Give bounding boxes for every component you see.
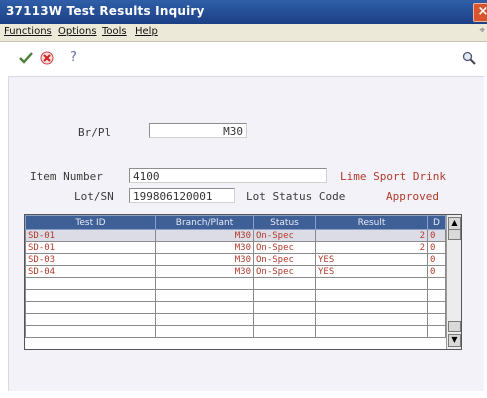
table-row[interactable]: SD-01 M30 On-Spec 2 0 [25,229,446,242]
cell-branch-plant[interactable] [155,277,254,290]
cell-status[interactable]: On-Spec [253,265,316,278]
cell-test-id[interactable] [25,325,156,338]
cell-test-id[interactable] [25,313,156,326]
cell-status[interactable] [253,313,316,326]
cell-d[interactable]: 0 [427,253,446,266]
table-row[interactable]: SD-04 M30 On-Spec YES 0 [25,265,446,278]
pin-icon: ⌖ [479,25,485,36]
item-description: Lime Sport Drink [340,170,446,183]
grid-header-row: Test ID Branch/Plant Status Result D [25,215,446,230]
col-header-d[interactable]: D [427,215,446,230]
cell-branch-plant[interactable] [155,289,254,302]
grid-vertical-scrollbar[interactable]: ▲ ▼ [446,215,461,349]
cell-d[interactable] [427,277,446,290]
cell-status[interactable]: On-Spec [253,253,316,266]
cell-d[interactable]: 0 [427,241,446,254]
cell-d[interactable]: 0 [427,229,446,242]
cell-test-id[interactable] [25,289,156,302]
table-row[interactable]: SD-01 M30 On-Spec 2 0 [25,241,446,254]
branch-plant-input[interactable]: M30 [149,123,247,138]
col-header-status[interactable]: Status [253,215,316,230]
cell-branch-plant[interactable]: M30 [155,265,254,278]
scroll-thumb[interactable] [448,229,461,240]
magnifier-icon[interactable] [462,51,476,68]
item-number-label: Item Number [30,170,103,183]
col-header-branch-plant[interactable]: Branch/Plant [155,215,254,230]
cell-result[interactable] [315,325,428,338]
cell-branch-plant[interactable]: M30 [155,241,254,254]
app-window: 37113W Test Results Inquiry × Functions … [0,0,487,398]
cell-test-id[interactable]: SD-01 [25,241,156,254]
cancel-x-icon[interactable] [40,51,54,68]
cell-branch-plant[interactable]: M30 [155,229,254,242]
cell-result[interactable]: YES [315,265,428,278]
menu-help[interactable]: Help [135,26,158,37]
lot-sn-label: Lot/SN [74,190,114,203]
table-row[interactable] [25,289,446,302]
cell-test-id[interactable] [25,301,156,314]
cell-test-id[interactable]: SD-01 [25,229,156,242]
toolbar: ? [0,42,487,74]
cell-status[interactable] [253,301,316,314]
cell-result[interactable] [315,313,428,326]
menu-bar: Functions Options Tools Help ⌖ [0,24,487,42]
cell-d[interactable] [427,289,446,302]
cell-test-id[interactable] [25,277,156,290]
cell-status[interactable] [253,277,316,290]
col-header-test-id[interactable]: Test ID [25,215,156,230]
cell-d[interactable] [427,313,446,326]
scroll-down-arrow-icon[interactable]: ▼ [448,334,461,347]
menu-options[interactable]: Options [58,26,97,37]
cell-result[interactable]: 2 [315,241,428,254]
branch-plant-label: Br/Pl [78,126,112,139]
cell-branch-plant[interactable] [155,301,254,314]
cell-branch-plant[interactable]: M30 [155,253,254,266]
menu-functions[interactable]: Functions [4,26,52,37]
lot-status-code-label: Lot Status Code [246,190,346,203]
scroll-page-icon[interactable] [448,321,461,332]
table-row[interactable] [25,313,446,326]
menu-tools[interactable]: Tools [102,26,127,37]
lot-status-value: Approved [386,190,439,203]
lot-sn-input[interactable]: 199806120001 [129,188,235,203]
cell-result[interactable]: YES [315,253,428,266]
cell-d[interactable]: 0 [427,265,446,278]
cell-result[interactable] [315,277,428,290]
cell-test-id[interactable]: SD-04 [25,265,156,278]
table-row[interactable] [25,325,446,338]
cell-branch-plant[interactable] [155,325,254,338]
cell-status[interactable]: On-Spec [253,241,316,254]
item-number-input[interactable]: 4100 [129,168,327,183]
table-row[interactable] [25,277,446,290]
title-bar: 37113W Test Results Inquiry × [0,0,487,24]
cell-result[interactable] [315,301,428,314]
cell-status[interactable] [253,289,316,302]
cell-result[interactable] [315,289,428,302]
table-row[interactable] [25,301,446,314]
close-window-button[interactable]: × [473,3,487,22]
col-header-result[interactable]: Result [315,215,428,230]
table-row[interactable]: SD-03 M30 On-Spec YES 0 [25,253,446,266]
cell-status[interactable]: On-Spec [253,229,316,242]
cell-branch-plant[interactable] [155,313,254,326]
results-table: Test ID Branch/Plant Status Result D SD-… [25,215,446,338]
test-results-grid: Test ID Branch/Plant Status Result D SD-… [24,214,462,350]
check-icon[interactable] [18,51,34,68]
cell-d[interactable] [427,325,446,338]
cell-result[interactable]: 2 [315,229,428,242]
help-question-icon[interactable]: ? [70,51,77,65]
cell-status[interactable] [253,325,316,338]
window-title: 37113W Test Results Inquiry [6,4,205,18]
cell-d[interactable] [427,301,446,314]
cell-test-id[interactable]: SD-03 [25,253,156,266]
